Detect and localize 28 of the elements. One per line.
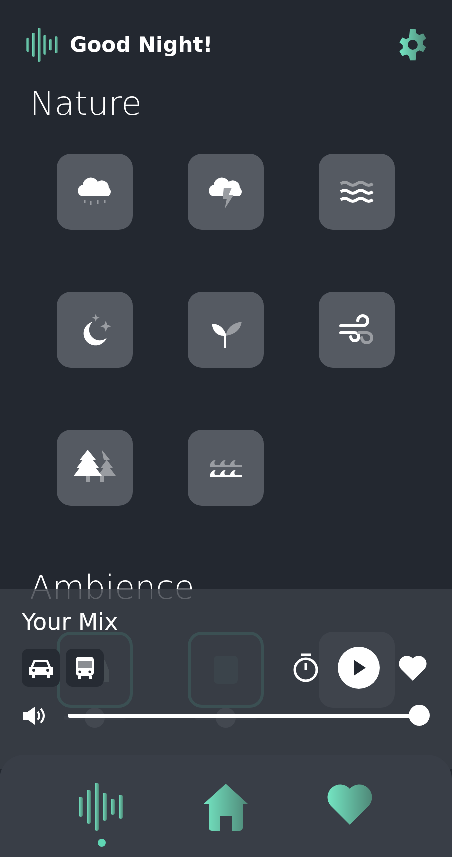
home-icon (203, 783, 249, 831)
mix-title: Your Mix (22, 609, 120, 637)
sound-tile[interactable] (57, 292, 133, 368)
mix-sound-chip[interactable] (66, 649, 104, 687)
section-title: Ambience (29, 568, 196, 608)
timer-button[interactable] (292, 653, 320, 683)
sea-waves-icon (209, 459, 243, 477)
mix-sound-chip[interactable] (22, 649, 60, 687)
sound-tile[interactable] (188, 154, 264, 230)
sound-wave-icon (79, 783, 125, 831)
volume-slider[interactable] (68, 705, 430, 727)
sound-tile[interactable] (188, 292, 264, 368)
sound-tile[interactable] (188, 430, 264, 506)
favorite-button[interactable] (398, 655, 428, 681)
bus-icon (73, 656, 97, 680)
sound-tile[interactable] (319, 154, 395, 230)
sound-tile[interactable] (319, 292, 395, 368)
sound-wave-logo-icon (26, 28, 60, 62)
app-title: Good Night! (70, 33, 213, 57)
play-icon[interactable] (351, 659, 367, 677)
section-title: Nature (29, 84, 143, 124)
play-button[interactable] (338, 647, 380, 689)
heart-icon (327, 783, 373, 825)
car-icon (28, 657, 54, 679)
volume-icon (22, 706, 48, 726)
sound-tile[interactable] (57, 430, 133, 506)
sound-tile[interactable] (57, 154, 133, 230)
slider-thumb[interactable] (409, 705, 430, 726)
